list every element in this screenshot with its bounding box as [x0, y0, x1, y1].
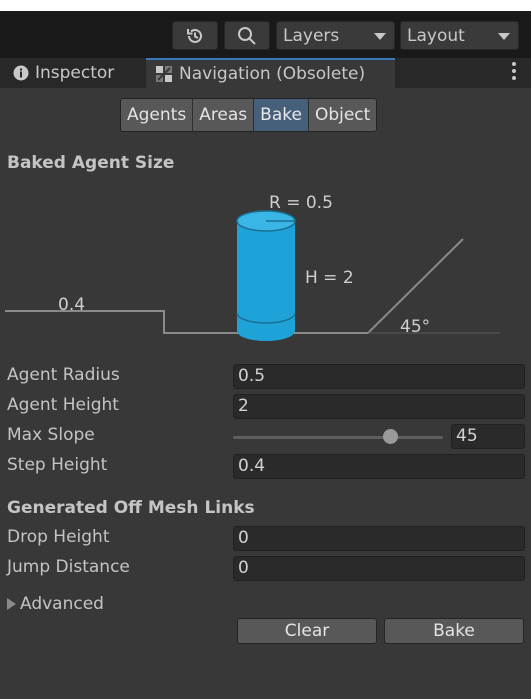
more-options-icon[interactable]	[511, 62, 517, 82]
bake-button[interactable]: Bake	[384, 618, 524, 644]
max-slope-row: Max Slope 45	[0, 424, 531, 450]
navigation-icon	[156, 66, 172, 82]
agent-size-diagram: R = 0.5 H = 2 0.4 45°	[5, 193, 500, 341]
agent-height-field[interactable]: 2	[233, 394, 525, 419]
history-icon	[187, 28, 202, 43]
layers-label: Layers	[283, 25, 340, 46]
height-label: H = 2	[305, 268, 354, 288]
max-slope-label: Max Slope	[7, 425, 95, 445]
layout-dropdown[interactable]: Layout	[400, 21, 519, 50]
clear-button[interactable]: Clear	[237, 618, 377, 644]
agent-radius-row: Agent Radius 0.5	[0, 364, 531, 390]
advanced-label: Advanced	[20, 594, 104, 614]
chevron-down-icon	[498, 33, 510, 40]
max-slope-field[interactable]: 45	[451, 424, 525, 449]
tab-navigation-label: Navigation (Obsolete)	[179, 64, 366, 84]
agent-radius-label: Agent Radius	[7, 365, 120, 385]
tab-bake[interactable]: Bake	[254, 99, 309, 131]
window-top-edge	[0, 0, 531, 11]
max-slope-slider-handle[interactable]	[383, 429, 398, 444]
search-button[interactable]	[224, 21, 270, 50]
info-icon	[13, 65, 29, 81]
chevron-down-icon	[374, 33, 386, 40]
tab-navigation[interactable]: Navigation (Obsolete)	[146, 58, 395, 88]
search-icon	[238, 26, 256, 45]
navigation-mode-tabs: Agents Areas Bake Object	[120, 98, 378, 132]
tab-agents[interactable]: Agents	[121, 99, 194, 131]
layers-dropdown[interactable]: Layers	[276, 21, 395, 50]
tab-object[interactable]: Object	[308, 99, 377, 131]
slope-label: 45°	[400, 317, 430, 337]
step-height-field[interactable]: 0.4	[233, 454, 525, 479]
advanced-foldout[interactable]: Advanced	[7, 594, 104, 614]
tab-areas[interactable]: Areas	[193, 99, 255, 131]
drop-height-field[interactable]: 0	[233, 526, 525, 551]
agent-height-label: Agent Height	[7, 395, 119, 415]
off-mesh-links-heading: Generated Off Mesh Links	[7, 498, 255, 518]
editor-toolbar: Layers Layout	[0, 11, 531, 58]
step-height-field-label: Step Height	[7, 455, 108, 475]
step-height-label: 0.4	[58, 295, 85, 315]
tab-inspector[interactable]: Inspector	[13, 58, 114, 88]
ground-profile-line	[5, 238, 464, 334]
radius-label: R = 0.5	[269, 193, 333, 213]
drop-height-label: Drop Height	[7, 527, 110, 547]
chevron-right-icon	[7, 598, 16, 610]
jump-distance-label: Jump Distance	[7, 557, 130, 577]
jump-distance-row: Jump Distance 0	[0, 556, 531, 582]
drop-height-row: Drop Height 0	[0, 526, 531, 552]
agent-radius-field[interactable]: 0.5	[233, 364, 525, 389]
jump-distance-field[interactable]: 0	[233, 556, 525, 581]
history-button[interactable]	[172, 21, 218, 50]
max-slope-slider-track[interactable]	[233, 436, 443, 439]
tab-bar: Inspector Navigation (Obsolete)	[0, 58, 531, 88]
layout-label: Layout	[407, 25, 465, 46]
agent-height-row: Agent Height 2	[0, 394, 531, 420]
step-height-row: Step Height 0.4	[0, 454, 531, 480]
tab-inspector-label: Inspector	[35, 63, 115, 83]
baked-agent-size-heading: Baked Agent Size	[7, 153, 175, 173]
